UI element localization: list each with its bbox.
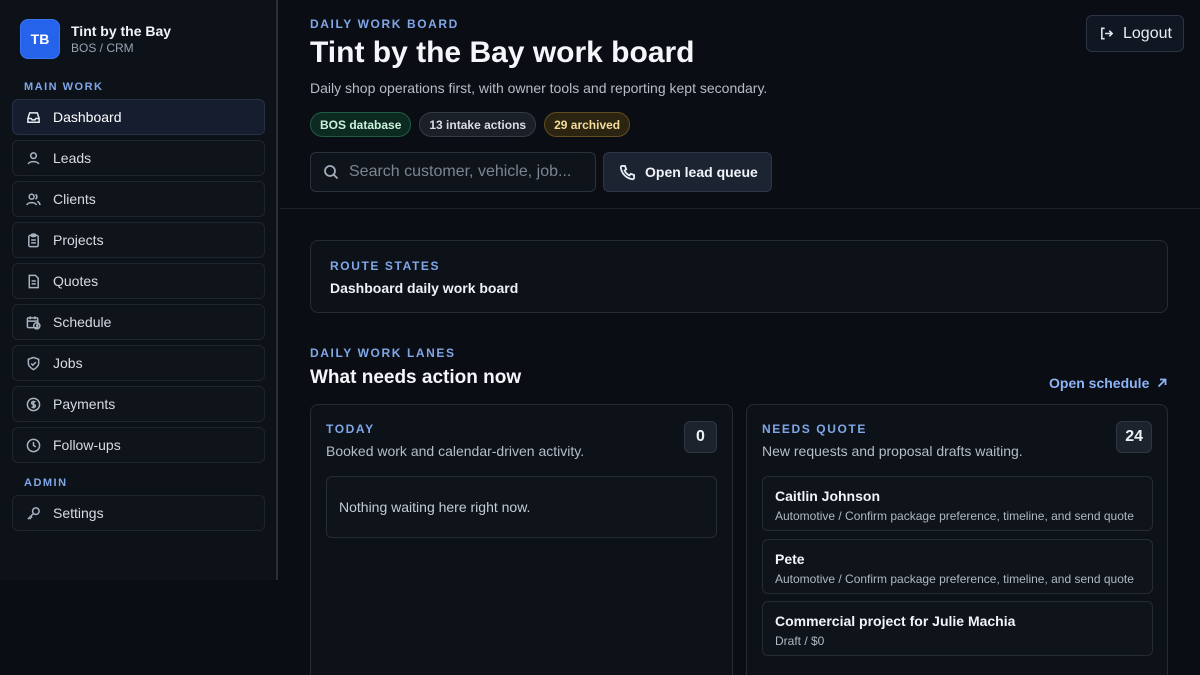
status-badges: BOS database 13 intake actions 29 archiv… (310, 112, 631, 137)
sidebar-item-jobs[interactable]: Jobs (12, 345, 265, 381)
item-detail: Automotive / Confirm package preference,… (775, 572, 1134, 586)
open-schedule-label: Open schedule (1049, 375, 1150, 391)
search-icon (324, 165, 339, 180)
admin-label: ADMIN (24, 477, 68, 489)
lanes-title: What needs action now (310, 367, 522, 388)
phone-icon (619, 164, 635, 180)
lane-count-badge: 24 (1116, 421, 1152, 453)
logout-label: Logout (1123, 24, 1172, 42)
clipboard-icon (28, 232, 39, 247)
lane-description: New requests and proposal drafts waiting… (762, 443, 1023, 459)
lane-description: Booked work and calendar-driven activity… (326, 443, 585, 459)
sidebar-item-label: Payments (53, 396, 116, 412)
sidebar-item-label: Settings (53, 505, 104, 521)
logout-button[interactable]: Logout (1086, 15, 1184, 52)
sidebar-item-quotes[interactable]: Quotes (12, 263, 265, 299)
list-item[interactable]: Caitlin Johnson Automotive / Confirm pac… (762, 476, 1153, 531)
sidebar: TB Tint by the Bay BOS / CRM MAIN WORK D… (0, 0, 278, 580)
sidebar-item-payments[interactable]: Payments (12, 386, 265, 422)
item-detail: Automotive / Confirm package preference,… (775, 509, 1134, 523)
route-states-card: ROUTE STATES Dashboard daily work board (310, 240, 1168, 313)
sidebar-item-label: Quotes (53, 273, 99, 289)
open-lead-queue-label: Open lead queue (645, 164, 758, 180)
shield-icon (27, 356, 40, 370)
page-subtitle: Daily shop operations first, with owner … (310, 80, 768, 96)
open-lead-queue-button[interactable]: Open lead queue (603, 152, 772, 192)
user-icon (27, 151, 40, 164)
calendar-clock-icon (26, 315, 41, 330)
intake-actions-badge: 13 intake actions (419, 112, 537, 137)
dollar-circle-icon (26, 397, 41, 411)
sidebar-item-label: Jobs (53, 355, 83, 371)
today-lane: TODAY Booked work and calendar-driven ac… (310, 404, 733, 675)
sidebar-item-label: Leads (53, 150, 92, 166)
item-name: Pete (775, 551, 805, 567)
sidebar-item-projects[interactable]: Projects (12, 222, 265, 258)
users-icon (26, 193, 41, 205)
sidebar-item-label: Dashboard (53, 109, 122, 125)
sidebar-item-label: Schedule (53, 314, 112, 330)
lanes-eyebrow: DAILY WORK LANES (310, 346, 456, 360)
brand[interactable]: TB Tint by the Bay BOS / CRM (20, 19, 171, 59)
item-name: Commercial project for Julie Machia (775, 613, 1016, 629)
list-item[interactable]: Commercial project for Julie Machia Draf… (762, 601, 1153, 656)
page-title: Tint by the Bay work board (310, 36, 695, 69)
route-states-label: ROUTE STATES (330, 259, 441, 273)
sidebar-item-schedule[interactable]: Schedule (12, 304, 265, 340)
clock-icon (26, 438, 41, 452)
needs-quote-lane: NEEDS QUOTE New requests and proposal dr… (746, 404, 1168, 675)
lane-label: TODAY (326, 422, 375, 436)
sidebar-item-label: Clients (53, 191, 96, 207)
sidebar-item-label: Follow-ups (53, 437, 121, 453)
arrow-up-right-icon (1158, 378, 1167, 388)
archived-badge: 29 archived (544, 112, 631, 137)
search-input[interactable] (349, 163, 579, 181)
header-divider (280, 208, 1200, 209)
route-states-value: Dashboard daily work board (330, 280, 519, 296)
empty-state: Nothing waiting here right now. (326, 476, 717, 538)
list-item[interactable]: Pete Automotive / Confirm package prefer… (762, 539, 1153, 594)
item-detail: Draft / $0 (775, 634, 825, 648)
main-work-label: MAIN WORK (24, 81, 104, 93)
lane-count-badge: 0 (684, 421, 717, 453)
brand-name: Tint by the Bay (71, 23, 172, 39)
page-eyebrow: DAILY WORK BOARD (310, 17, 459, 31)
brand-subtitle: BOS / CRM (71, 41, 134, 55)
sidebar-item-label: Projects (53, 232, 104, 248)
sidebar-item-clients[interactable]: Clients (12, 181, 265, 217)
sidebar-item-follow-ups[interactable]: Follow-ups (12, 427, 265, 463)
open-schedule-link[interactable]: Open schedule (1049, 375, 1168, 391)
logout-icon (1101, 27, 1114, 40)
document-icon (28, 274, 39, 288)
sidebar-item-leads[interactable]: Leads (12, 140, 265, 176)
lane-label: NEEDS QUOTE (762, 422, 867, 436)
sidebar-item-dashboard[interactable]: Dashboard (12, 99, 265, 135)
key-icon (27, 506, 40, 520)
search-box[interactable] (310, 152, 596, 192)
inbox-icon (27, 111, 40, 123)
item-name: Caitlin Johnson (775, 488, 880, 504)
brand-logo: TB (20, 19, 60, 59)
sidebar-item-settings[interactable]: Settings (12, 495, 265, 531)
database-badge: BOS database (310, 112, 412, 137)
